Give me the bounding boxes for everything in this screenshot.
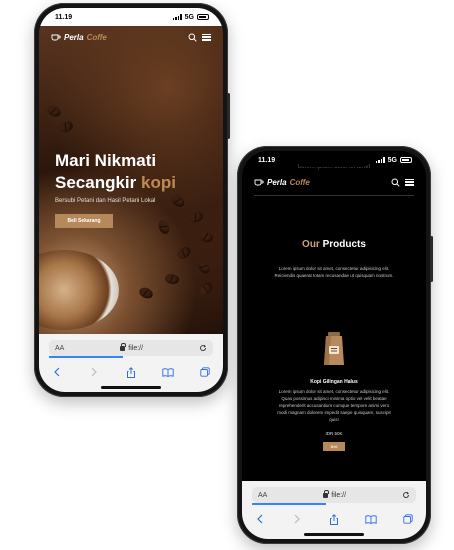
browser-bar: AA file:// xyxy=(39,334,223,392)
coffee-bean-decoration xyxy=(156,218,172,236)
product-description: Lorem ipsum dolor sit amet, consectetur … xyxy=(277,389,391,422)
coffee-cup-image xyxy=(39,250,119,330)
coffee-bean-decoration xyxy=(45,103,63,119)
menu-icon[interactable] xyxy=(405,178,414,186)
bookmarks-button[interactable] xyxy=(364,512,378,526)
address-bar[interactable]: AA file:// xyxy=(252,487,416,503)
forward-button[interactable] xyxy=(87,365,101,379)
hero-subtitle: Bersubi Petani dan Hasil Petani Lokal xyxy=(55,198,156,204)
coffee-bean-decoration xyxy=(197,229,215,245)
coffee-bean-decoration xyxy=(195,258,213,276)
bookmarks-button[interactable] xyxy=(161,365,175,379)
network-label: 5G xyxy=(387,156,397,164)
back-button[interactable] xyxy=(50,365,64,379)
signal-icon xyxy=(172,14,182,20)
coffee-bean-decoration xyxy=(169,192,187,210)
book-icon xyxy=(162,367,174,377)
page-load-progress xyxy=(49,356,123,358)
page-load-progress xyxy=(252,503,326,505)
coffee-bean-decoration xyxy=(188,210,204,224)
forward-button[interactable] xyxy=(290,512,304,526)
coffee-cup-icon xyxy=(254,179,264,186)
home-indicator xyxy=(304,533,364,536)
url-text: file:// xyxy=(128,344,144,352)
search-icon[interactable] xyxy=(188,33,197,42)
coffee-bean-decoration xyxy=(197,280,215,298)
coffee-cup-icon xyxy=(51,34,61,41)
navbar-divider xyxy=(254,195,414,196)
address-bar[interactable]: AA file:// xyxy=(49,340,213,356)
coffee-bean-decoration xyxy=(137,285,155,301)
network-label: 5G xyxy=(184,13,194,21)
battery-icon xyxy=(400,157,412,163)
search-icon[interactable] xyxy=(391,178,400,187)
share-icon xyxy=(126,366,135,378)
lock-icon xyxy=(120,342,127,351)
lock-icon xyxy=(323,489,330,498)
tabs-button[interactable] xyxy=(198,365,212,379)
hero-title: Mari Nikmati Secangkir kopi xyxy=(55,151,176,192)
product-name: Kopi Gilingan Halus xyxy=(310,379,358,385)
navbar: Perla Coffe xyxy=(242,171,426,193)
coffee-bean-decoration xyxy=(175,244,193,262)
buy-product-button[interactable]: Beli xyxy=(323,442,345,451)
coffee-pouch-image[interactable] xyxy=(323,332,345,366)
reload-icon[interactable] xyxy=(199,344,207,352)
battery-icon xyxy=(197,14,209,20)
brand-logo[interactable]: Perla Coffe xyxy=(254,178,310,187)
share-button[interactable] xyxy=(327,512,341,526)
chevron-left-icon xyxy=(54,367,60,377)
products-description: Lorem ipsum dolor sit amet, consectetur … xyxy=(274,266,394,278)
navbar: Perla Coffe xyxy=(39,26,223,48)
menu-icon[interactable] xyxy=(202,33,211,41)
reader-aa-button[interactable]: AA xyxy=(55,345,64,352)
reload-icon[interactable] xyxy=(402,491,410,499)
reader-aa-button[interactable]: AA xyxy=(258,492,267,499)
chevron-right-icon xyxy=(91,367,98,377)
home-indicator xyxy=(101,386,161,389)
back-button[interactable] xyxy=(253,512,267,526)
status-bar: 11.19 5G xyxy=(242,151,426,169)
brand-logo[interactable]: Perla Coffe xyxy=(51,33,107,42)
phone-hero: 11.19 5G Perla Coffe Mari Nikmati Secang… xyxy=(34,3,230,397)
phone-hero-screen: 11.19 5G Perla Coffe Mari Nikmati Secang… xyxy=(39,8,223,392)
share-button[interactable] xyxy=(124,365,138,379)
coffee-bean-decoration xyxy=(57,119,75,135)
product-price: IDR 50K xyxy=(325,431,343,436)
chevron-left-icon xyxy=(257,514,263,524)
status-time: 11.19 xyxy=(55,13,73,21)
status-bar: 11.19 5G xyxy=(39,8,223,26)
tabs-icon xyxy=(402,514,413,524)
phone-products: 11.19 5G Lorem ipsum dolor sit amet Perl… xyxy=(237,146,433,544)
tabs-button[interactable] xyxy=(401,512,415,526)
chevron-right-icon xyxy=(294,514,301,524)
browser-toolbar xyxy=(39,362,223,382)
coffee-bean-decoration xyxy=(164,272,180,286)
products-title: Our Products xyxy=(302,239,366,250)
share-icon xyxy=(329,513,338,525)
browser-bar: AA file:// xyxy=(242,481,426,539)
status-time: 11.19 xyxy=(258,156,276,164)
signal-icon xyxy=(375,157,385,163)
book-icon xyxy=(365,514,377,524)
phone-products-screen: 11.19 5G Lorem ipsum dolor sit amet Perl… xyxy=(242,151,426,539)
tabs-icon xyxy=(199,367,210,377)
hero-section: Perla Coffe Mari Nikmati Secangkir kopi B… xyxy=(39,26,223,334)
url-text: file:// xyxy=(331,491,347,499)
browser-toolbar xyxy=(242,509,426,529)
buy-now-button[interactable]: Beli Sekarang xyxy=(55,214,113,228)
